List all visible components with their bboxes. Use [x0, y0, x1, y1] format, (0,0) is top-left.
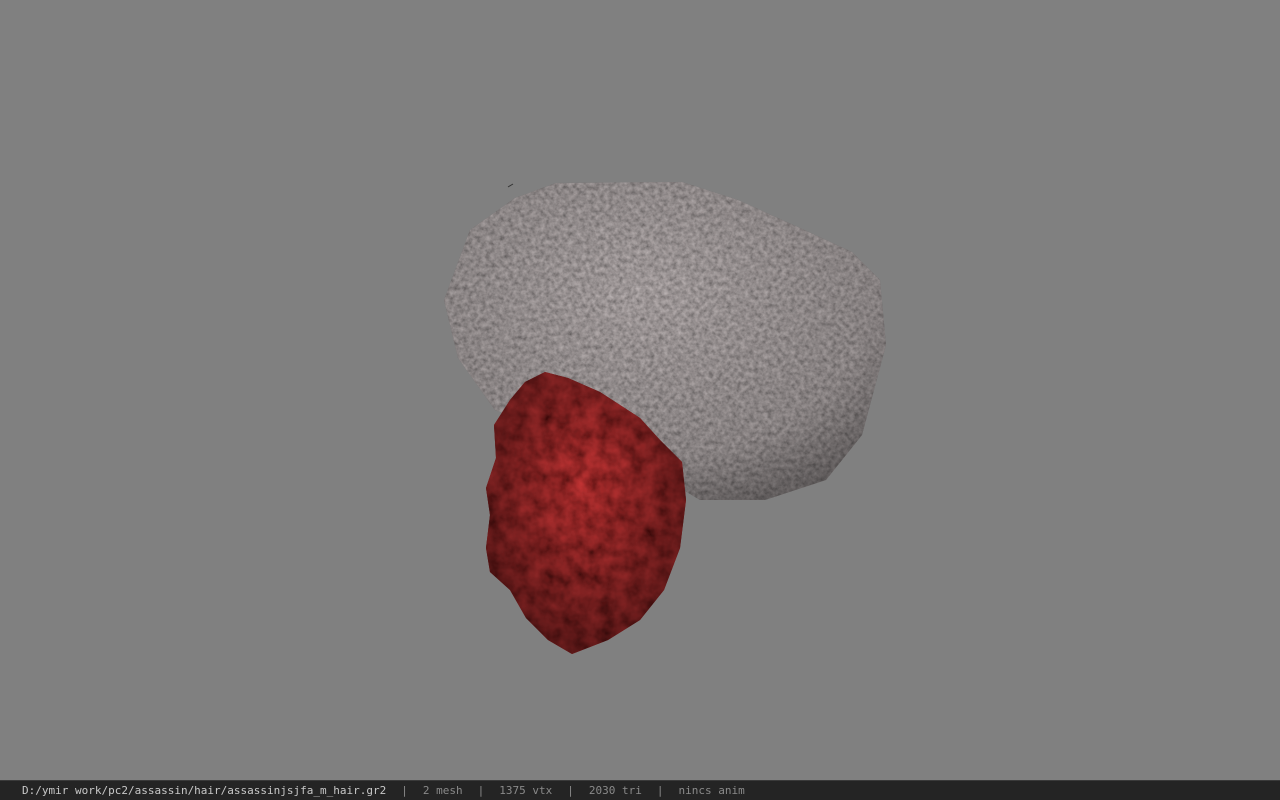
triangle-count: 2030 tri — [588, 784, 642, 797]
separator: | — [401, 784, 408, 797]
file-path: D:/ymir work/pc2/assassin/hair/assassinj… — [22, 784, 387, 797]
separator: | — [656, 784, 664, 797]
separator: | — [567, 784, 574, 797]
vertex-count: 1375 vtx — [499, 784, 553, 797]
3d-viewport[interactable] — [0, 0, 1280, 780]
animation-status: nincs anim — [678, 784, 745, 797]
model-render — [444, 182, 886, 654]
separator: | — [477, 784, 485, 797]
mesh-count: 2 mesh — [422, 784, 463, 797]
status-bar: D:/ymir work/pc2/assassin/hair/assassinj… — [0, 780, 1280, 800]
